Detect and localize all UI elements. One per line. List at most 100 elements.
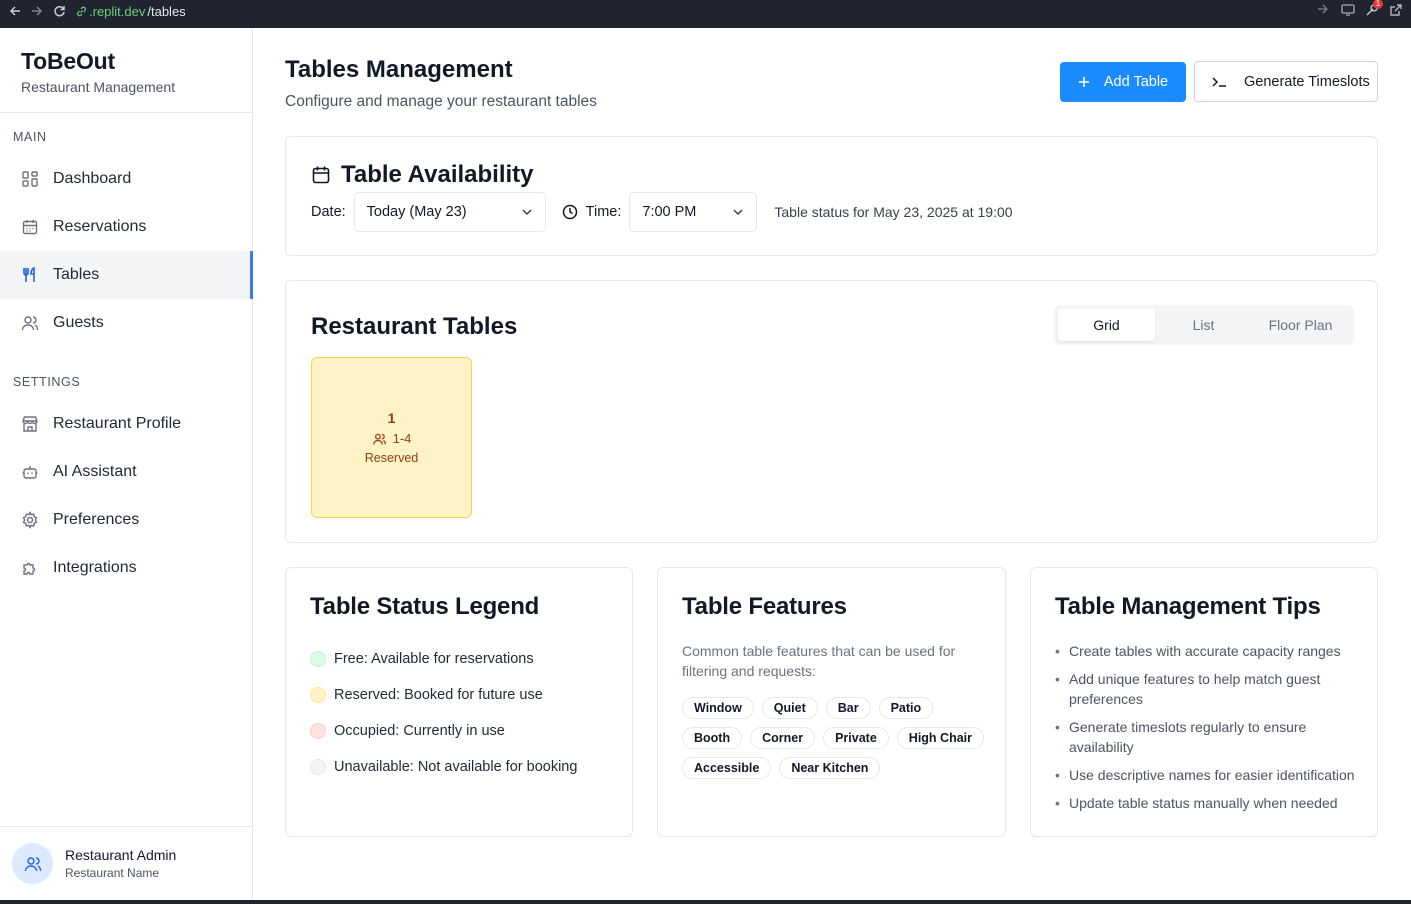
restaurant-tables-card: Restaurant Tables Grid List Floor Plan 1… (285, 280, 1378, 543)
table-number: 1 (387, 410, 396, 426)
sidebar-item-preferences[interactable]: Preferences (0, 496, 252, 544)
brand-subtitle: Restaurant Management (21, 79, 176, 95)
url-host: .replit.dev (89, 3, 146, 19)
features-title: Table Features (682, 593, 847, 620)
date-select[interactable]: Today (May 23) (353, 192, 546, 232)
table-status: Reserved (364, 451, 419, 465)
avatar (12, 843, 53, 884)
sidebar-item-label: Dashboard (53, 170, 132, 187)
users-icon (24, 856, 41, 871)
sidebar-item-tables[interactable]: Tables (0, 251, 253, 299)
table-availability-card: Table Availability Date: Today (May 23) … (285, 136, 1378, 256)
notification-badge: 1 (1373, 0, 1383, 9)
sidebar-item-label: Guests (53, 314, 104, 331)
users-icon (21, 314, 39, 332)
sidebar-item-label: Reservations (53, 218, 147, 235)
external-link-icon[interactable] (1389, 3, 1403, 17)
feature-chip[interactable]: Quiet (761, 697, 818, 719)
page-title: Tables Management (285, 56, 513, 83)
bot-icon (21, 463, 39, 481)
user-name: Restaurant Admin (65, 847, 177, 863)
time-value: 7:00 PM (642, 204, 697, 220)
sidebar: ToBeOut Restaurant Management MAIN Dashb… (0, 28, 253, 900)
feature-chip[interactable]: High Chair (896, 727, 984, 749)
table-status-text: Table status for May 23, 2025 at 19:00 (774, 204, 1013, 220)
table-capacity: 1-4 (392, 431, 412, 446)
date-value: Today (May 23) (366, 204, 467, 220)
feature-chip[interactable]: Private (823, 727, 889, 749)
section-title-main: MAIN (13, 130, 47, 144)
list-item: Generate timeslots regularly to ensure a… (1055, 717, 1365, 757)
add-table-button[interactable]: Add Table (1060, 62, 1186, 102)
browser-toolbar: .replit.dev/tables 1 (0, 0, 1411, 22)
legend-label: Unavailable: Not available for booking (334, 759, 578, 775)
utensils-icon (21, 266, 39, 284)
chevron-down-icon (522, 209, 532, 216)
link-icon (77, 6, 86, 16)
user-role: Restaurant Name (65, 866, 160, 880)
tab-list[interactable]: List (1155, 309, 1252, 341)
legend-item: Unavailable: Not available for booking (310, 749, 577, 785)
plus-icon (1078, 77, 1089, 87)
user-profile[interactable]: Restaurant Admin Restaurant Name (0, 826, 252, 900)
restaurant-tables-title: Restaurant Tables (311, 313, 518, 340)
legend-label: Occupied: Currently in use (334, 723, 505, 739)
list-item: Add unique features to help match guest … (1055, 669, 1365, 709)
brand-name: ToBeOut (21, 48, 115, 74)
sidebar-item-label: Tables (53, 266, 100, 283)
sidebar-item-ai-assistant[interactable]: AI Assistant (0, 448, 252, 496)
legend-label: Reserved: Booked for future use (334, 687, 543, 703)
legend-label: Free: Available for reservations (334, 651, 534, 667)
feature-chip[interactable]: Patio (878, 697, 934, 719)
arrow-right-icon[interactable] (1317, 3, 1331, 17)
tab-floor-plan[interactable]: Floor Plan (1252, 309, 1349, 341)
generate-timeslots-button[interactable]: Generate Timeslots (1194, 61, 1378, 102)
terminal-icon (1212, 76, 1226, 87)
feature-chip[interactable]: Bar (825, 697, 871, 719)
sidebar-item-restaurant-profile[interactable]: Restaurant Profile (0, 400, 252, 448)
time-label: Time: (585, 204, 622, 220)
brand: ToBeOut Restaurant Management (0, 28, 252, 113)
time-select[interactable]: 7:00 PM (629, 192, 758, 232)
feature-chips: Window Quiet Bar Patio Booth Corner Priv… (682, 697, 992, 779)
status-dot-free (310, 651, 326, 667)
list-item: Use descriptive names for easier identif… (1055, 765, 1365, 785)
back-icon[interactable] (8, 4, 22, 18)
feature-chip[interactable]: Booth (682, 727, 743, 749)
grid-icon (21, 170, 39, 188)
calendar-icon (312, 166, 330, 184)
gear-icon (21, 511, 39, 529)
feature-chip[interactable]: Window (682, 697, 754, 719)
sidebar-item-reservations[interactable]: Reservations (0, 203, 252, 251)
date-label: Date: (311, 204, 346, 220)
main-content: Tables Management Configure and manage y… (285, 28, 1378, 900)
wrench-icon[interactable]: 1 (1365, 0, 1383, 17)
tab-grid[interactable]: Grid (1058, 309, 1155, 341)
legend-item: Reserved: Booked for future use (310, 677, 577, 713)
window-bottom-border (0, 900, 1411, 904)
sidebar-item-label: AI Assistant (53, 463, 137, 480)
forward-icon[interactable] (30, 4, 44, 18)
section-title-settings: SETTINGS (13, 375, 81, 389)
feature-chip[interactable]: Corner (750, 727, 816, 749)
feature-chip[interactable]: Accessible (682, 757, 772, 779)
sidebar-item-integrations[interactable]: Integrations (0, 544, 252, 592)
store-icon (21, 415, 39, 433)
status-legend-card: Table Status Legend Free: Available for … (285, 567, 633, 837)
clock-icon (562, 204, 577, 220)
sidebar-item-dashboard[interactable]: Dashboard (0, 155, 252, 203)
monitor-icon[interactable] (1341, 3, 1355, 17)
tips-title: Table Management Tips (1055, 593, 1321, 620)
add-table-label: Add Table (1103, 74, 1169, 90)
table-features-card: Table Features Common table features tha… (657, 567, 1006, 837)
table-tile[interactable]: 1 1-4 Reserved (311, 357, 472, 518)
feature-chip[interactable]: Near Kitchen (779, 757, 881, 779)
reload-icon[interactable] (52, 4, 66, 18)
status-dot-reserved (310, 687, 326, 703)
features-description: Common table features that can be used f… (682, 643, 956, 679)
puzzle-icon (21, 559, 39, 577)
status-dot-unavailable (310, 759, 326, 775)
sidebar-item-guests[interactable]: Guests (0, 299, 252, 347)
address-bar[interactable]: .replit.dev/tables (76, 4, 186, 19)
list-item: Update table status manually when needed (1055, 793, 1365, 813)
